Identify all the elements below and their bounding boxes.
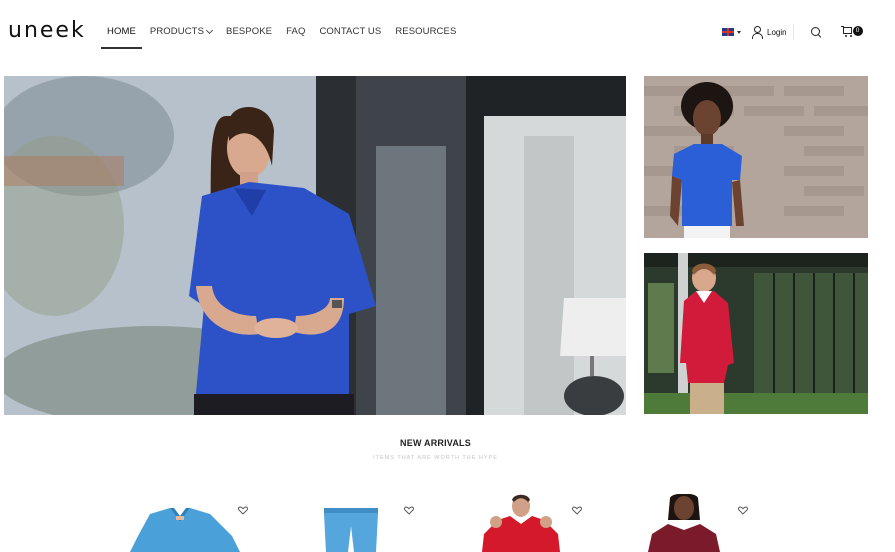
man-in-red-hoodie-image (482, 494, 560, 552)
divider (792, 24, 794, 40)
brand-logo[interactable]: uneek (8, 18, 86, 43)
nav-item-products[interactable]: PRODUCTS (143, 24, 219, 48)
cart-count-badge: 0 (852, 26, 863, 36)
blue-scrub-top-image (130, 508, 240, 552)
section-subtitle: ITEMS THAT ARE WORTH THE HYPE (373, 455, 498, 461)
cart-wheel (844, 35, 847, 37)
woman-in-blue-tshirt-image (644, 76, 868, 238)
hero-side-banner-top[interactable] (644, 76, 868, 238)
user-icon[interactable] (751, 26, 763, 39)
nav-item-bespoke[interactable]: BESPOKE (219, 24, 279, 48)
hero-side-banner-bottom[interactable] (644, 253, 868, 414)
product-card[interactable] (636, 492, 796, 552)
heart-icon[interactable] (572, 506, 582, 515)
section-title: NEW ARRIVALS (400, 438, 471, 448)
login-link[interactable]: Login (767, 28, 787, 37)
header-tools: Login 0 (722, 22, 864, 42)
nav-item-label: HOME (107, 26, 136, 37)
hero-main-banner[interactable] (4, 76, 626, 415)
nav-item-faq[interactable]: FAQ (279, 24, 312, 48)
product-card[interactable] (468, 492, 628, 552)
woman-in-blue-polo-image (4, 76, 626, 415)
heart-icon[interactable] (738, 506, 748, 515)
product-card[interactable] (110, 492, 270, 552)
heart-icon[interactable] (404, 506, 414, 515)
man-in-red-rugby-shirt-image (644, 253, 868, 414)
cart-button[interactable]: 0 (840, 25, 864, 39)
site-header: uneek HOME PRODUCTS BESPOKE FAQ CONTACT … (0, 0, 895, 64)
woman-in-burgundy-hoodie-image (648, 494, 720, 552)
uk-flag-icon[interactable] (722, 28, 734, 36)
nav-item-label: PRODUCTS (149, 26, 205, 37)
search-icon[interactable] (810, 26, 822, 38)
cart-wheel (849, 35, 852, 37)
blue-scrub-trousers-image (324, 508, 378, 552)
nav-item-label: CONTACT US (319, 26, 382, 37)
caret-down-icon[interactable] (737, 30, 741, 34)
main-nav: HOME PRODUCTS BESPOKE FAQ CONTACT US RES… (100, 24, 463, 49)
nav-item-label: BESPOKE (226, 26, 273, 37)
nav-item-home[interactable]: HOME (100, 24, 143, 49)
cart-icon (840, 26, 852, 34)
nav-item-contact-us[interactable]: CONTACT US (312, 24, 388, 48)
nav-item-label: RESOURCES (395, 26, 457, 37)
nav-item-label: FAQ (286, 26, 306, 37)
product-card[interactable] (292, 492, 452, 552)
chevron-down-icon (205, 26, 214, 35)
nav-item-resources[interactable]: RESOURCES (388, 24, 463, 48)
